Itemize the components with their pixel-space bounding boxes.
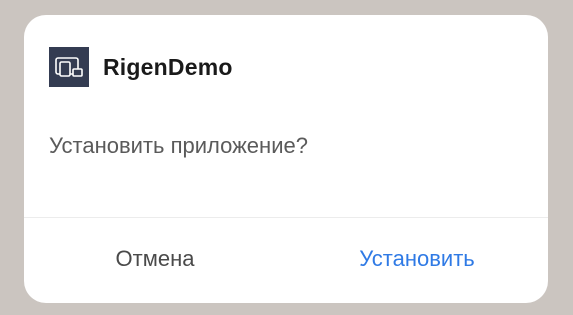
cancel-button[interactable]: Отмена [24,218,286,303]
dialog-actions: Отмена Установить [24,218,548,303]
dialog-message: Установить приложение? [49,133,308,158]
app-name: RigenDemo [103,53,233,80]
install-button[interactable]: Установить [286,218,548,303]
install-dialog: RigenDemo Установить приложение? Отмена … [24,15,548,303]
dialog-header: RigenDemo [49,47,233,87]
devices-icon [49,47,89,87]
